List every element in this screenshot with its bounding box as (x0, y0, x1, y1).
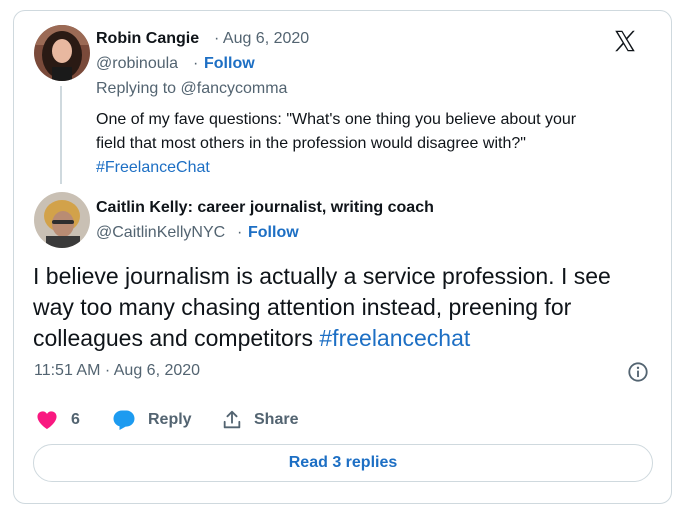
parent-hashtag[interactable]: #FreelanceChat (96, 156, 656, 180)
main-handle[interactable]: @CaitlinKellyNYC (96, 224, 225, 242)
parent-text-line2: field that most others in the profession… (96, 135, 526, 152)
read-replies-label: Read 3 replies (288, 454, 398, 471)
like-button[interactable]: 6 (36, 408, 80, 432)
main-handle-separator: · (237, 224, 243, 241)
x-logo-icon[interactable] (612, 28, 638, 54)
replying-to-handle[interactable]: @fancycomma (181, 80, 288, 97)
parent-text-line1: One of my fave questions: "What's one th… (96, 111, 577, 128)
heart-icon (37, 411, 57, 430)
reply-label: Reply (148, 411, 192, 428)
parent-author-name[interactable]: Robin Cangie (96, 30, 199, 48)
caitlin-avatar[interactable] (34, 192, 90, 248)
parent-handle-separator: · (193, 55, 199, 72)
reply-bubble-icon (113, 410, 135, 430)
parent-follow-link[interactable]: Follow (204, 55, 255, 73)
parent-handle[interactable]: @robinoula (96, 55, 178, 73)
share-button[interactable]: Share (221, 408, 298, 432)
like-count: 6 (71, 411, 80, 428)
info-icon[interactable] (627, 361, 649, 383)
replying-to-prefix: Replying to (96, 80, 177, 97)
read-replies-button[interactable]: Read 3 replies (33, 444, 653, 482)
main-hashtag[interactable]: #freelancechat (319, 325, 470, 351)
share-label: Share (254, 411, 299, 428)
main-author-name[interactable]: Caitlin Kelly: career journalist, writin… (96, 199, 434, 217)
main-timestamp[interactable]: 11:51 AM · Aug 6, 2020 (34, 362, 200, 380)
robin-avatar[interactable] (34, 25, 90, 81)
reply-button[interactable]: Reply (112, 408, 192, 432)
parent-date[interactable]: · Aug 6, 2020 (214, 30, 309, 48)
main-follow-link[interactable]: Follow (248, 224, 299, 242)
thread-line (60, 86, 62, 184)
share-icon (223, 410, 241, 429)
